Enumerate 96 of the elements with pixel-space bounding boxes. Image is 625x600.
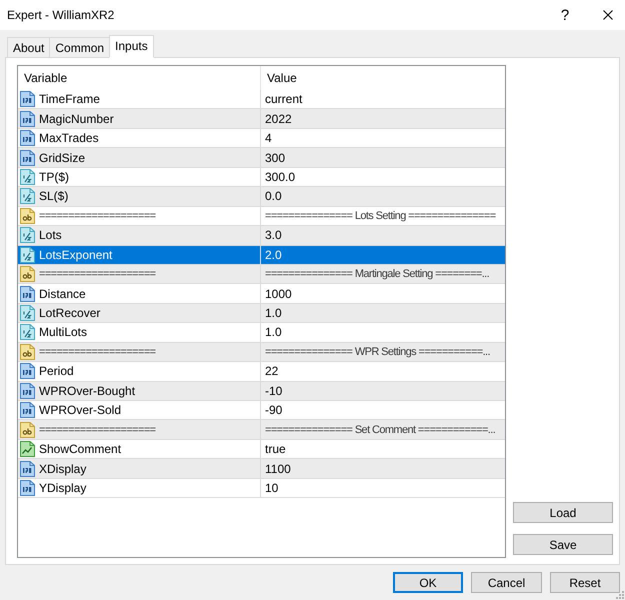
parameter-value: 1.0 xyxy=(265,325,282,340)
resize-grip-icon[interactable] xyxy=(616,591,624,599)
save-button[interactable]: Save xyxy=(513,534,613,555)
line-chart-page-icon xyxy=(19,441,35,458)
parameter-row[interactable]: LotRecover 1.0 xyxy=(18,304,505,324)
number-page-icon xyxy=(19,363,35,380)
fraction-page-icon xyxy=(19,188,35,204)
parameter-value: 0.0 xyxy=(265,189,282,204)
parameter-row[interactable]: ==================== =============== Martingale Setting ========... xyxy=(18,264,505,284)
parameter-value: 1000 xyxy=(265,286,292,301)
reset-button[interactable]: Reset xyxy=(550,572,620,593)
parameter-name: LotRecover xyxy=(39,306,100,320)
parameter-value: 300.0 xyxy=(265,170,296,184)
parameter-row[interactable]: Period 22 xyxy=(18,362,505,382)
parameter-row[interactable]: ==================== =============== Lots Setting =============== xyxy=(18,206,505,226)
parameter-value: 1100 xyxy=(265,462,291,476)
number-page-icon xyxy=(19,110,35,127)
parameter-value: 2.0 xyxy=(265,248,282,262)
fraction-page-icon xyxy=(19,227,35,244)
letters-page-icon xyxy=(19,344,35,360)
parameter-row[interactable]: MagicNumber 2022 xyxy=(18,109,505,129)
parameter-value: 22 xyxy=(265,364,278,378)
parameter-value: 300 xyxy=(265,150,286,165)
parameter-name: TP($) xyxy=(39,170,69,184)
letters-page-icon xyxy=(19,208,35,224)
column-header[interactable]: Value xyxy=(261,66,505,90)
parameter-row[interactable]: Lots 3.0 xyxy=(18,226,505,246)
parameter-name: Period xyxy=(39,364,74,378)
parameter-row[interactable]: SL($) 0.0 xyxy=(18,187,505,207)
parameter-value: true xyxy=(265,442,286,456)
help-button[interactable]: ? xyxy=(548,0,582,30)
number-page-icon xyxy=(19,150,35,166)
parameter-row[interactable]: ==================== =============== Set Comment ============... xyxy=(18,420,505,440)
fraction-page-icon xyxy=(19,305,35,322)
parameter-row[interactable]: XDisplay 1100 xyxy=(18,459,505,479)
parameter-name: TimeFrame xyxy=(39,92,100,106)
tab[interactable]: Inputs xyxy=(109,35,154,58)
fraction-page-icon xyxy=(19,168,35,185)
parameter-name: MagicNumber xyxy=(39,112,114,126)
parameter-row[interactable]: TimeFrame current xyxy=(18,90,505,110)
parameter-value: 4 xyxy=(265,131,272,146)
ok-button[interactable]: OK xyxy=(393,572,463,593)
parameter-row[interactable]: ==================== =============== WPR Settings ===========... xyxy=(18,342,505,362)
parameter-name: ==================== xyxy=(39,267,156,282)
parameter-value: 3.0 xyxy=(265,228,282,242)
parameter-value: =============== Martingale Setting ========... xyxy=(265,267,490,282)
parameter-row[interactable]: Distance 1000 xyxy=(18,284,505,304)
parameter-row[interactable]: WPROver-Bought -10 xyxy=(18,382,505,401)
number-page-icon xyxy=(19,382,35,399)
parameter-row[interactable]: LotsExponent 2.0 xyxy=(18,246,505,265)
parameter-value: =============== Set Comment ============... xyxy=(265,422,496,437)
number-page-icon xyxy=(19,480,35,496)
window-title: Expert - WilliamXR2 xyxy=(7,8,116,22)
parameter-name: ==================== xyxy=(39,344,156,359)
parameter-name: Lots xyxy=(39,228,62,242)
letters-page-icon xyxy=(19,422,35,438)
parameter-value: -10 xyxy=(265,384,282,398)
parameter-name: YDisplay xyxy=(39,480,86,495)
fraction-page-icon xyxy=(19,324,35,340)
tab[interactable]: About xyxy=(7,37,50,57)
letters-page-icon xyxy=(19,266,35,282)
number-page-icon xyxy=(19,91,35,108)
number-page-icon xyxy=(19,460,35,477)
parameter-value: =============== WPR Settings ===========... xyxy=(265,344,490,359)
parameter-value: current xyxy=(265,92,302,106)
close-icon xyxy=(603,10,613,20)
parameter-name: SL($) xyxy=(39,189,68,204)
parameter-name: WPROver-Sold xyxy=(39,403,122,418)
parameter-name: ShowComment xyxy=(39,442,122,456)
parameter-value: 2022 xyxy=(265,112,292,126)
parameter-row[interactable]: YDisplay 10 xyxy=(18,478,505,498)
parameter-name: Distance xyxy=(39,286,86,301)
parameter-row[interactable]: GridSize 300 xyxy=(18,148,505,168)
cancel-button[interactable]: Cancel xyxy=(471,572,542,593)
parameter-row[interactable]: WPROver-Sold -90 xyxy=(18,401,505,420)
parameter-row[interactable]: TP($) 300.0 xyxy=(18,168,505,188)
parameter-value: 1.0 xyxy=(265,306,282,320)
load-button[interactable]: Load xyxy=(513,502,613,523)
number-page-icon xyxy=(19,402,35,418)
parameter-row[interactable]: ShowComment true xyxy=(18,440,505,460)
parameter-name: MultiLots xyxy=(39,325,88,340)
parameter-name: XDisplay xyxy=(39,462,86,476)
parameter-name: WPROver-Bought xyxy=(39,384,136,398)
parameter-name: MaxTrades xyxy=(39,131,99,146)
parameter-name: LotsExponent xyxy=(39,248,112,262)
parameter-value: -90 xyxy=(265,403,282,418)
fraction-page-icon xyxy=(19,246,35,263)
parameter-name: ==================== xyxy=(39,208,156,223)
parameter-value: =============== Lots Setting =============== xyxy=(265,208,496,223)
parameter-value: 10 xyxy=(265,480,278,495)
number-page-icon xyxy=(19,286,35,302)
parameter-name: GridSize xyxy=(39,150,86,165)
parameter-name: ==================== xyxy=(39,422,156,437)
number-page-icon xyxy=(19,130,35,146)
parameter-row[interactable]: MaxTrades 4 xyxy=(18,128,505,148)
parameter-row[interactable]: MultiLots 1.0 xyxy=(18,323,505,343)
